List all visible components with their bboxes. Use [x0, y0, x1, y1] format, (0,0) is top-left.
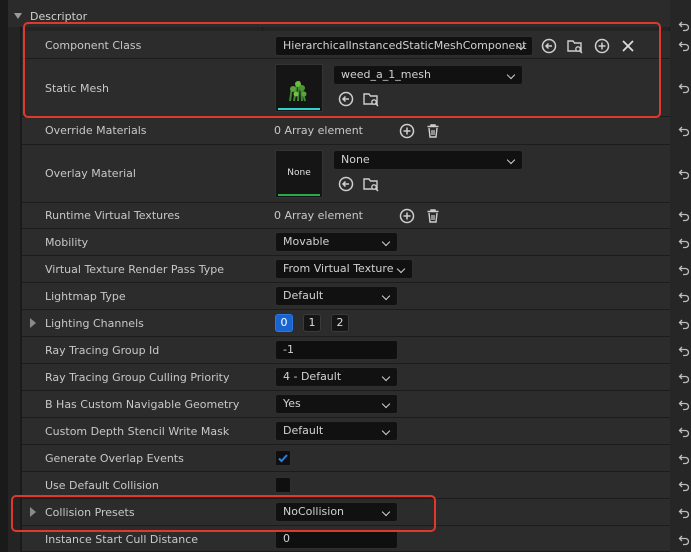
combo-value: Yes [283, 397, 301, 410]
chevron-down-icon [381, 372, 391, 382]
reset-arrow-icon[interactable] [678, 345, 690, 357]
reset-arrow-icon[interactable] [678, 237, 690, 249]
property-label: Mobility [45, 236, 89, 249]
reset-arrow-icon[interactable] [678, 82, 690, 94]
chevron-down-icon [381, 399, 391, 409]
reset-arrow-icon[interactable] [678, 399, 690, 411]
property-label: Runtime Virtual Textures [45, 209, 180, 222]
delete-icon[interactable] [425, 123, 441, 139]
reset-arrow-icon[interactable] [678, 453, 690, 465]
reset-arrow-icon[interactable] [678, 507, 690, 519]
expand-arrow-icon[interactable] [30, 318, 36, 328]
reset-arrow-icon[interactable] [678, 125, 690, 137]
reset-arrow-icon[interactable] [678, 168, 690, 180]
delete-icon[interactable] [425, 208, 441, 224]
reset-arrow-icon[interactable] [678, 210, 690, 222]
array-count: 0 Array element [274, 209, 363, 222]
overlap-events-checkbox[interactable] [275, 450, 291, 466]
reset-arrow-icon[interactable] [678, 291, 690, 303]
reset-arrow-icon[interactable] [678, 40, 690, 52]
combo-value: Default [283, 289, 324, 302]
combo-value: 4 - Default [283, 370, 342, 383]
property-label: B Has Custom Navigable Geometry [45, 398, 240, 411]
combo-value: Movable [283, 235, 330, 248]
chevron-down-icon [381, 291, 391, 301]
reset-arrow-icon[interactable] [678, 264, 690, 276]
material-thumbnail[interactable]: None [275, 150, 323, 198]
use-selected-icon[interactable] [338, 176, 354, 192]
lighting-channel-0[interactable]: 0 [275, 314, 293, 332]
thumbnail-none-text: None [287, 168, 311, 178]
property-label: Use Default Collision [45, 479, 159, 492]
property-label: Ray Tracing Group Culling Priority [45, 371, 230, 384]
reset-arrow-icon[interactable] [678, 20, 690, 32]
thumbnail-asset-bar [278, 194, 320, 196]
combo-value: Default [283, 424, 324, 437]
combo-value: From Virtual Texture [283, 262, 394, 275]
chevron-down-icon [506, 155, 516, 165]
chevron-down-icon [381, 237, 391, 247]
chevron-down-icon [381, 426, 391, 436]
chevron-down-icon [396, 264, 406, 274]
property-label: Lighting Channels [45, 317, 144, 330]
overlay-material-combo[interactable]: None [333, 150, 523, 170]
array-count: 0 Array element [274, 124, 363, 137]
property-label: Virtual Texture Render Pass Type [45, 263, 224, 276]
reset-arrow-icon[interactable] [678, 372, 690, 384]
highlight-box-mesh [23, 22, 661, 118]
vt-render-pass-combo[interactable]: From Virtual Texture [275, 259, 413, 279]
row-overlap-events: Generate Overlap Events [22, 445, 670, 472]
custom-nav-geometry-combo[interactable]: Yes [275, 394, 398, 414]
property-label: Overlay Material [45, 167, 136, 180]
instance-cull-input[interactable]: 0 [275, 529, 398, 549]
property-label: Generate Overlap Events [45, 452, 184, 465]
reset-arrow-icon[interactable] [678, 534, 690, 546]
property-label: Ray Tracing Group Id [45, 344, 160, 357]
default-collision-checkbox[interactable] [275, 477, 291, 493]
stencil-mask-combo[interactable]: Default [275, 421, 398, 441]
property-label: Override Materials [45, 124, 147, 137]
lighting-channel-2[interactable]: 2 [331, 314, 349, 332]
add-icon[interactable] [399, 123, 415, 139]
lighting-channel-1[interactable]: 1 [303, 314, 321, 332]
combo-value: None [341, 153, 370, 166]
ray-tracing-group-id-input[interactable]: -1 [275, 340, 398, 360]
collapse-arrow-icon[interactable] [14, 13, 22, 19]
left-gutter [0, 0, 8, 552]
reset-arrow-icon[interactable] [678, 426, 690, 438]
reset-arrow-icon[interactable] [678, 480, 690, 492]
browse-icon[interactable] [363, 176, 379, 192]
lightmap-type-combo[interactable]: Default [275, 286, 398, 306]
highlight-box-collision [11, 495, 436, 532]
ray-tracing-culling-combo[interactable]: 4 - Default [275, 367, 398, 387]
reset-arrow-icon[interactable] [678, 318, 690, 330]
property-label: Lightmap Type [45, 290, 126, 303]
property-label: Custom Depth Stencil Write Mask [45, 425, 230, 438]
checkmark-icon [278, 454, 288, 463]
mobility-combo[interactable]: Movable [275, 232, 398, 252]
property-label: Instance Start Cull Distance [45, 533, 199, 546]
add-icon[interactable] [399, 208, 415, 224]
